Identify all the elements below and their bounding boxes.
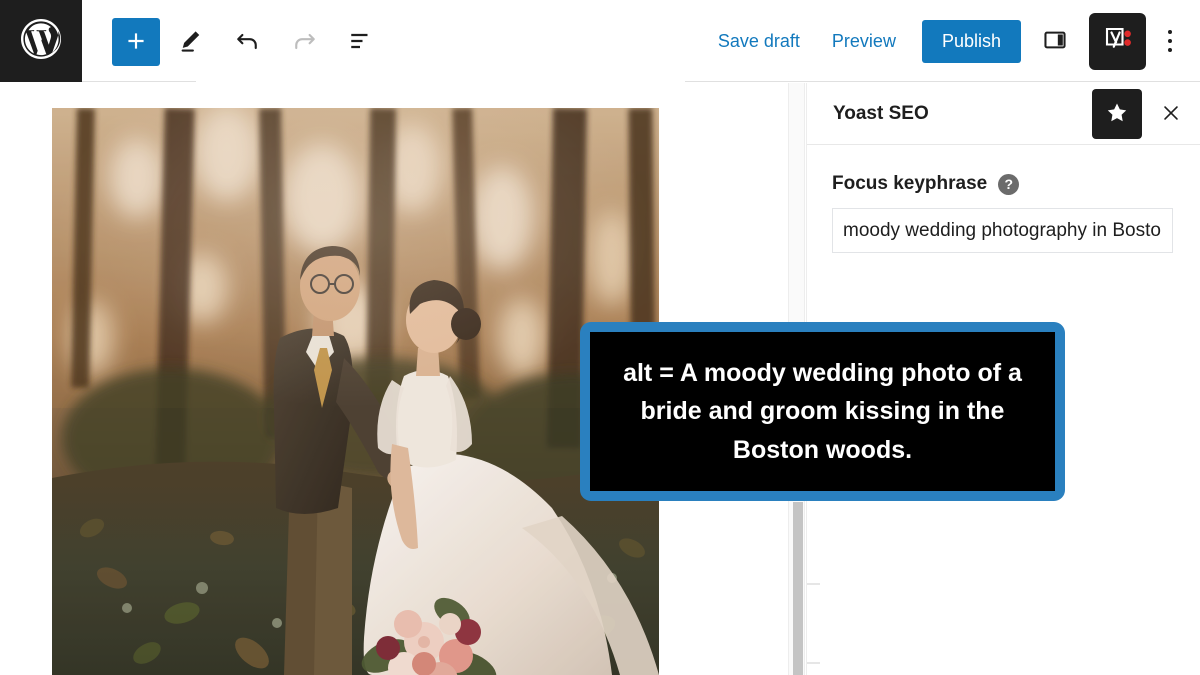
header-divider-right <box>685 81 1200 82</box>
pencil-icon <box>177 26 207 59</box>
annotation-inner-panel: alt = A moody wedding photo of a bride a… <box>590 332 1055 491</box>
editor-scrollbar-thumb[interactable] <box>793 502 803 675</box>
annotation-text: alt = A moody wedding photo of a bride a… <box>623 358 1022 464</box>
more-options-button[interactable] <box>1154 19 1186 63</box>
list-view-icon <box>345 26 375 59</box>
alt-text-annotation-callout: alt = A moody wedding photo of a bride a… <box>580 322 1065 501</box>
undo-arrow-icon <box>233 26 263 59</box>
yoast-logo-icon <box>1098 20 1138 63</box>
panel-section-marker-1 <box>807 583 820 585</box>
sidebar-header: Yoast SEO <box>807 83 1200 145</box>
plus-icon <box>123 28 149 57</box>
wordpress-logo-icon <box>17 15 65 68</box>
focus-keyphrase-label: Focus keyphrase <box>832 173 988 194</box>
sidebar-panel-icon <box>1042 27 1068 56</box>
question-mark-icon[interactable]: ? <box>998 173 1020 195</box>
settings-sidebar-button[interactable] <box>1033 19 1077 63</box>
focus-keyphrase-label-row: Focus keyphrase ? <box>832 173 1020 195</box>
star-icon <box>1104 100 1130 129</box>
wordpress-logo-button[interactable] <box>0 0 82 82</box>
save-draft-button[interactable]: Save draft <box>702 22 816 61</box>
undo-button[interactable] <box>224 18 272 66</box>
redo-button[interactable] <box>280 18 328 66</box>
add-block-button[interactable] <box>112 18 160 66</box>
header-actions-group: Save draft Preview Publish <box>702 12 1186 70</box>
close-sidebar-button[interactable] <box>1154 97 1188 131</box>
panel-section-marker-2 <box>807 662 820 664</box>
kebab-menu-icon <box>1168 28 1172 55</box>
sidebar-title: Yoast SEO <box>833 103 929 124</box>
edit-tool-button[interactable] <box>168 18 216 66</box>
publish-button[interactable]: Publish <box>921 19 1021 63</box>
wordpress-editor-window: Save draft Preview Publish Yoast SEO Foc… <box>0 0 1200 675</box>
editor-tools-group <box>112 16 384 68</box>
redo-arrow-icon <box>289 26 319 59</box>
header-divider-left <box>82 81 196 82</box>
list-view-button[interactable] <box>336 18 384 66</box>
editor-header-bar: Save draft Preview Publish <box>0 0 1200 83</box>
preview-button[interactable]: Preview <box>816 22 912 61</box>
focus-keyphrase-input[interactable] <box>832 208 1173 253</box>
close-x-icon <box>1160 102 1182 127</box>
wedding-photo-image-block[interactable] <box>52 108 659 675</box>
yoast-premium-button[interactable] <box>1092 89 1142 139</box>
yoast-seo-button[interactable] <box>1089 12 1146 70</box>
